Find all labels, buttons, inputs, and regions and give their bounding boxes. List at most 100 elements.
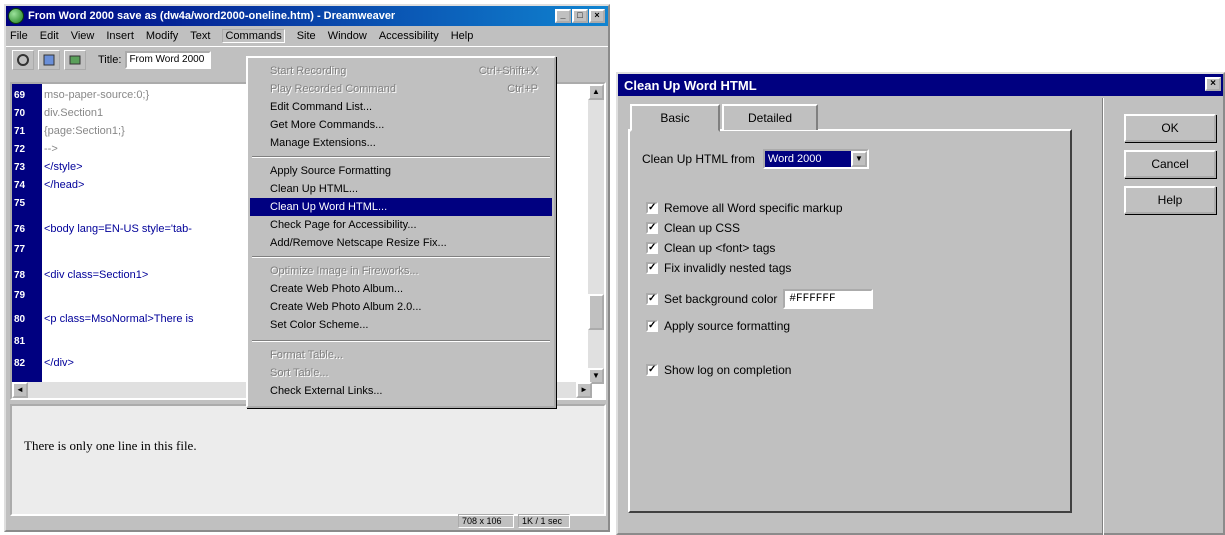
menu-window[interactable]: Window <box>328 30 367 42</box>
code-vertical-scrollbar[interactable]: ▲ ▼ <box>588 84 604 384</box>
code-text: --> <box>44 143 58 155</box>
menu-item-set-color-scheme[interactable]: Set Color Scheme... <box>250 316 552 334</box>
source-select[interactable]: Word 2000 ▼ <box>762 149 869 169</box>
menu-item-check-external-links[interactable]: Check External Links... <box>250 382 552 400</box>
checkbox-checked[interactable]: ✓ <box>646 222 658 234</box>
checkbox-checked[interactable]: ✓ <box>646 293 658 305</box>
clean-up-word-html-dialog: Clean Up Word HTML × Clean Up HTML from … <box>616 72 1225 535</box>
code-text: </div> <box>44 357 74 369</box>
scroll-up-arrow-icon[interactable]: ▲ <box>588 84 604 100</box>
dialog-titlebar[interactable]: Clean Up Word HTML × <box>618 74 1223 96</box>
menu-accessibility[interactable]: Accessibility <box>379 30 439 42</box>
menu-item-get-more-commands[interactable]: Get More Commands... <box>250 116 552 134</box>
menu-item-clean-up-word-html[interactable]: Clean Up Word HTML... <box>250 198 552 216</box>
menu-separator <box>252 340 550 342</box>
checkbox-checked[interactable]: ✓ <box>646 364 658 376</box>
menu-text[interactable]: Text <box>190 30 210 42</box>
line-number: 82 <box>14 357 26 369</box>
menu-item-edit-command-list[interactable]: Edit Command List... <box>250 98 552 116</box>
option-clean-up-css[interactable]: ✓ Clean up CSS <box>646 221 740 235</box>
option-label: Fix invalidly nested tags <box>664 261 792 275</box>
dialog-divider <box>1102 98 1104 535</box>
menu-item-label: Set Color Scheme... <box>270 319 369 331</box>
split-view-icon <box>43 54 55 65</box>
code-line: 76 <body lang=EN-US style='tab- <box>12 220 192 238</box>
menu-item-start-recording[interactable]: Start Recording Ctrl+Shift+X <box>250 62 552 80</box>
code-view-icon <box>17 53 29 66</box>
checkbox-checked[interactable]: ✓ <box>646 202 658 214</box>
source-row: Clean Up HTML from Word 2000 ▼ <box>642 149 869 169</box>
show-code-view-button[interactable] <box>12 49 34 70</box>
menu-item-label: Sort Table... <box>270 367 329 379</box>
menu-separator <box>252 256 550 258</box>
menu-help[interactable]: Help <box>451 30 474 42</box>
cancel-button[interactable]: Cancel <box>1124 150 1216 178</box>
menu-item-apply-source-formatting[interactable]: Apply Source Formatting <box>250 162 552 180</box>
menu-item-sort-table[interactable]: Sort Table... <box>250 364 552 382</box>
option-show-log[interactable]: ✓ Show log on completion <box>646 363 791 377</box>
window-titlebar[interactable]: From Word 2000 save as (dw4a/word2000-on… <box>6 6 608 26</box>
code-line: 82 </div> <box>12 354 74 372</box>
show-split-view-button[interactable] <box>38 49 60 70</box>
show-design-view-button[interactable] <box>64 49 86 70</box>
minimize-button[interactable]: _ <box>555 9 571 23</box>
basic-tab-panel: Clean Up HTML from Word 2000 ▼ ✓ Remove … <box>628 129 1072 513</box>
menu-item-check-accessibility[interactable]: Check Page for Accessibility... <box>250 216 552 234</box>
menu-item-label: Clean Up Word HTML... <box>270 201 388 213</box>
source-label: Clean Up HTML from <box>642 152 755 166</box>
scroll-thumb[interactable] <box>588 294 604 330</box>
help-button[interactable]: Help <box>1124 186 1216 214</box>
menu-item-label: Play Recorded Command <box>270 83 396 95</box>
dialog-close-button[interactable]: × <box>1205 77 1221 91</box>
scroll-right-arrow-icon[interactable]: ► <box>576 382 592 398</box>
code-line: 71 {page:Section1;} <box>12 122 125 140</box>
menu-item-manage-extensions[interactable]: Manage Extensions... <box>250 134 552 152</box>
option-fix-nested-tags[interactable]: ✓ Fix invalidly nested tags <box>646 261 791 275</box>
menu-bar: File Edit View Insert Modify Text Comman… <box>6 26 608 46</box>
menu-commands[interactable]: Commands <box>222 29 285 43</box>
menu-item-shortcut: Ctrl+Shift+X <box>478 65 538 77</box>
chevron-down-icon[interactable]: ▼ <box>850 151 867 167</box>
background-color-field[interactable]: #FFFFFF <box>783 289 874 309</box>
option-apply-source-formatting[interactable]: ✓ Apply source formatting <box>646 319 790 333</box>
menu-item-netscape-resize-fix[interactable]: Add/Remove Netscape Resize Fix... <box>250 234 552 252</box>
design-view[interactable]: There is only one line in this file. <box>10 404 606 516</box>
option-clean-up-font-tags[interactable]: ✓ Clean up <font> tags <box>646 241 775 255</box>
menu-view[interactable]: View <box>71 30 95 42</box>
menu-edit[interactable]: Edit <box>40 30 59 42</box>
code-line: 77 <box>12 240 44 258</box>
code-line: 70 div.Section1 <box>12 104 103 122</box>
code-text: </head> <box>44 179 85 191</box>
window-size-readout[interactable]: 708 x 106 <box>458 514 514 528</box>
ok-button[interactable]: OK <box>1124 114 1216 142</box>
menu-insert[interactable]: Insert <box>106 30 134 42</box>
design-body-text[interactable]: There is only one line in this file. <box>24 438 197 454</box>
menu-modify[interactable]: Modify <box>146 30 178 42</box>
menu-item-clean-up-html[interactable]: Clean Up HTML... <box>250 180 552 198</box>
dreamweaver-logo-icon <box>8 8 24 24</box>
option-set-background-color[interactable]: ✓ Set background color #FFFFFF <box>646 289 874 309</box>
menu-separator <box>252 156 550 158</box>
source-select-value: Word 2000 <box>764 151 851 167</box>
code-text: div.Section1 <box>44 107 104 119</box>
menu-item-create-photo-album[interactable]: Create Web Photo Album... <box>250 280 552 298</box>
tab-basic[interactable]: Basic <box>630 104 720 132</box>
menu-item-play-recorded-command[interactable]: Play Recorded Command Ctrl+P <box>250 80 552 98</box>
menu-site[interactable]: Site <box>297 30 316 42</box>
menu-file[interactable]: File <box>10 30 28 42</box>
maximize-button[interactable]: □ <box>572 9 588 23</box>
window-title: From Word 2000 save as (dw4a/word2000-on… <box>28 10 396 22</box>
scroll-left-arrow-icon[interactable]: ◄ <box>12 382 28 398</box>
tab-detailed[interactable]: Detailed <box>722 104 818 130</box>
checkbox-checked[interactable]: ✓ <box>646 242 658 254</box>
checkbox-checked[interactable]: ✓ <box>646 262 658 274</box>
menu-item-label: Check External Links... <box>270 385 383 397</box>
option-remove-word-markup[interactable]: ✓ Remove all Word specific markup <box>646 201 843 215</box>
checkbox-checked[interactable]: ✓ <box>646 320 658 332</box>
menu-item-optimize-image[interactable]: Optimize Image in Fireworks... <box>250 262 552 280</box>
close-button[interactable]: × <box>589 9 605 23</box>
code-line: 74 </head> <box>12 176 84 194</box>
menu-item-format-table[interactable]: Format Table... <box>250 346 552 364</box>
menu-item-create-photo-album-2[interactable]: Create Web Photo Album 2.0... <box>250 298 552 316</box>
page-title-field[interactable]: From Word 2000 <box>125 50 212 69</box>
